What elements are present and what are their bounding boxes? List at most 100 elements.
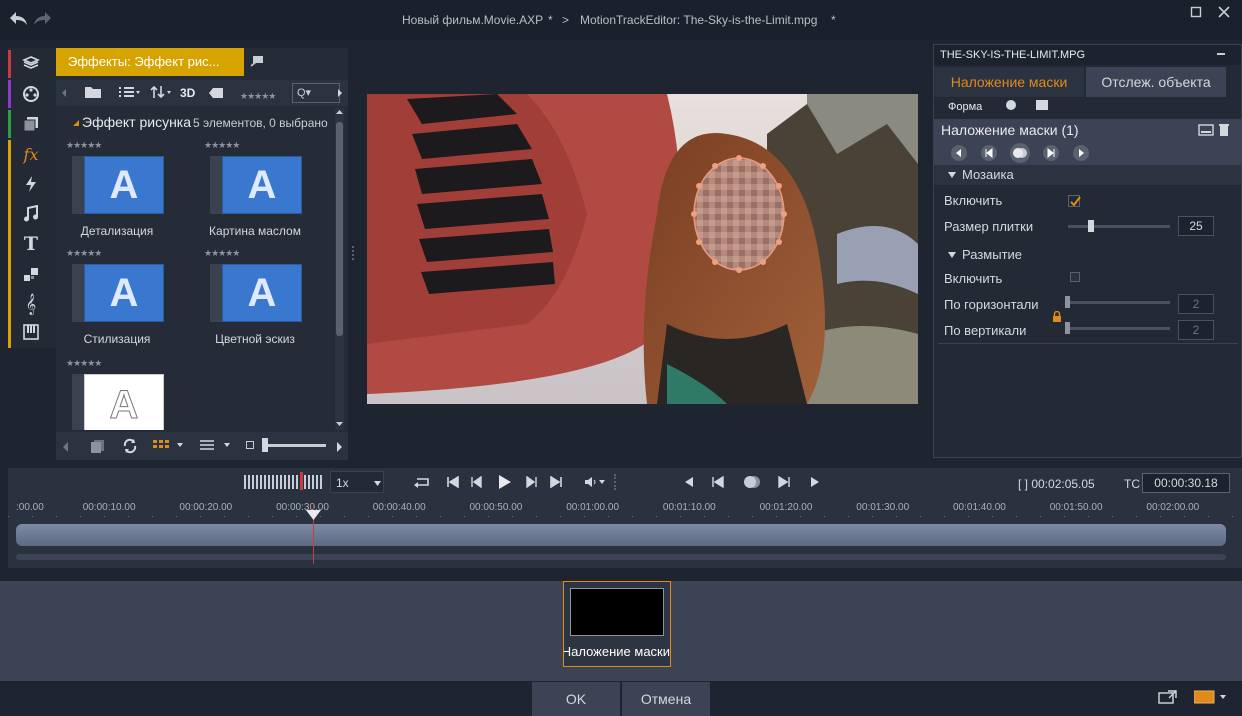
fx-icon[interactable]: fx	[11, 140, 51, 168]
ruler-label: 00:00:50.00	[469, 502, 523, 513]
jog-shuttle[interactable]	[244, 475, 322, 489]
transition-icon[interactable]	[11, 170, 51, 198]
trash-icon[interactable]	[1219, 123, 1229, 136]
scroll-up-icon[interactable]	[335, 108, 344, 116]
undo-icon[interactable]	[8, 10, 28, 26]
blur-enable-checkbox[interactable]	[1070, 272, 1080, 282]
library-scrollbar[interactable]	[335, 108, 344, 430]
grid-view-icon[interactable]	[153, 440, 185, 452]
previous-frame-icon[interactable]	[712, 476, 724, 488]
nav-forward-icon[interactable]	[336, 87, 344, 99]
display-mode-icon[interactable]	[1194, 690, 1230, 704]
music-note-icon[interactable]	[11, 200, 51, 228]
vertical-value[interactable]: 2	[1178, 320, 1214, 340]
restore-window-icon[interactable]	[1190, 6, 1204, 20]
close-window-icon[interactable]	[1218, 6, 1232, 20]
vertical-slider[interactable]	[1068, 327, 1170, 330]
tab-object-tracking[interactable]: Отслеж. объекта	[1086, 67, 1226, 97]
rectangle-shape-button[interactable]	[1036, 100, 1048, 110]
next-icon[interactable]	[810, 476, 820, 488]
scroll-down-icon[interactable]	[335, 420, 344, 428]
refresh-icon[interactable]	[122, 438, 138, 454]
folder-icon[interactable]	[84, 85, 102, 99]
timecode-input[interactable]: 00:00:30.18	[1142, 473, 1230, 493]
divider	[938, 343, 1238, 344]
next-icon[interactable]	[1072, 144, 1090, 162]
chevron-down-icon	[374, 481, 381, 486]
ellipse-shape-button[interactable]	[1006, 100, 1016, 110]
keyframe-icon[interactable]	[1198, 124, 1214, 136]
previous-icon[interactable]	[684, 476, 694, 488]
horizontal-value[interactable]: 2	[1178, 294, 1214, 314]
pin-tab-icon[interactable]	[250, 54, 266, 68]
track-mask-icon[interactable]	[1008, 142, 1032, 164]
go-to-end-icon[interactable]	[550, 476, 562, 488]
redo-icon[interactable]	[33, 10, 53, 26]
effect-item[interactable]: ★★★★★ A Детализация	[66, 140, 166, 244]
collapse-triangle-icon[interactable]	[72, 119, 80, 127]
effect-item[interactable]: ★★★★★ A Картина маслом	[204, 140, 304, 244]
package-icon[interactable]	[11, 50, 51, 78]
list-view-icon[interactable]	[118, 86, 140, 98]
next-frame-icon[interactable]	[778, 476, 790, 488]
film-reel-icon[interactable]	[11, 80, 51, 108]
playhead-handle[interactable]	[306, 510, 321, 520]
step-forward-icon[interactable]	[525, 476, 537, 488]
effect-item[interactable]: ★★★★★ A Цветной эскиз	[204, 248, 304, 352]
go-to-start-icon[interactable]	[447, 476, 459, 488]
play-icon[interactable]	[498, 474, 512, 490]
minimize-panel-icon[interactable]	[1217, 53, 1225, 55]
tile-size-value[interactable]: 25	[1178, 216, 1214, 236]
previous-frame-icon[interactable]	[980, 144, 998, 162]
ruler-label: 00:02:00.00	[1146, 502, 1200, 513]
nav-forward-icon[interactable]	[336, 441, 344, 453]
sort-icon[interactable]	[150, 85, 172, 99]
title-text-icon[interactable]: T	[11, 230, 51, 258]
expand-triangle-icon	[948, 252, 956, 258]
cancel-button[interactable]: Отмена	[622, 682, 710, 716]
section-mosaic[interactable]: Мозаика	[934, 165, 1241, 185]
slider-handle[interactable]	[262, 438, 268, 452]
mask-title: Наложение маски (1)	[941, 122, 1079, 138]
mask-clip[interactable]: Наложение маски	[563, 581, 671, 667]
search-input[interactable]: Q▾	[292, 83, 340, 103]
scroll-thumb[interactable]	[336, 122, 343, 336]
loop-icon[interactable]	[414, 476, 432, 488]
nav-back-icon[interactable]	[62, 441, 70, 453]
clef-icon[interactable]: 𝄞	[11, 290, 51, 318]
tile-size-slider[interactable]	[1068, 225, 1170, 228]
montage-icon[interactable]	[11, 260, 51, 288]
next-frame-icon[interactable]	[1042, 144, 1060, 162]
stack-icon[interactable]	[11, 110, 51, 138]
video-preview[interactable]	[367, 94, 918, 404]
thumb-size-slider[interactable]	[262, 444, 326, 447]
timeline-scrollbar[interactable]	[16, 554, 1226, 560]
effect-item[interactable]: ★★★★★ A	[66, 358, 166, 430]
nav-back-icon[interactable]	[60, 87, 68, 99]
clip-track[interactable]	[16, 524, 1226, 546]
vertical-handle[interactable]	[1065, 322, 1070, 334]
clip-thumbnail	[570, 588, 664, 636]
volume-icon[interactable]	[584, 476, 608, 488]
rating-filter[interactable]: ★★★★★	[240, 88, 276, 102]
effect-item[interactable]: ★★★★★ A Стилизация	[66, 248, 166, 352]
tile-size-handle[interactable]	[1088, 220, 1094, 232]
step-back-icon[interactable]	[471, 476, 483, 488]
lock-icon[interactable]	[1052, 311, 1062, 322]
external-window-icon[interactable]	[1158, 690, 1178, 704]
list-options-icon[interactable]	[200, 440, 232, 452]
track-mask-icon[interactable]	[742, 474, 762, 490]
horizontal-handle[interactable]	[1065, 296, 1070, 308]
tab-mask-overlay[interactable]: Наложение маски	[934, 67, 1084, 97]
mosaic-enable-checkbox[interactable]	[1068, 195, 1081, 207]
3d-filter-button[interactable]: 3D	[180, 86, 195, 100]
splitter-handle[interactable]	[352, 246, 355, 260]
speed-select[interactable]: 1x	[330, 471, 384, 493]
copy-icon[interactable]	[90, 439, 106, 453]
previous-icon[interactable]	[950, 144, 968, 162]
library-tab[interactable]: Эффекты: Эффект рис...	[56, 48, 244, 76]
ok-button[interactable]: OK	[532, 682, 620, 716]
horizontal-slider[interactable]	[1068, 301, 1170, 304]
tag-icon[interactable]	[208, 87, 224, 99]
piano-icon[interactable]	[11, 318, 51, 346]
